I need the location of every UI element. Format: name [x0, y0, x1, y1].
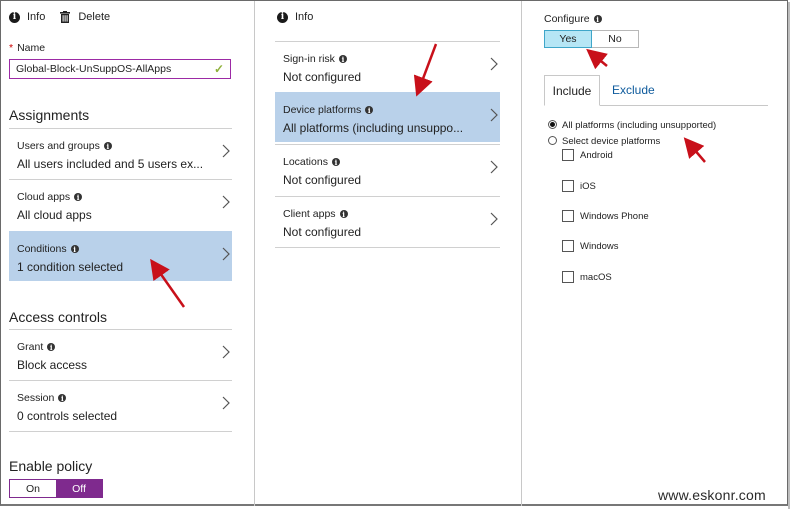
- device-platforms-blade: Configure i Yes No Include Exclude All pl…: [522, 1, 786, 506]
- row-value: Not configured: [283, 173, 362, 187]
- assignments-heading: Assignments: [9, 107, 90, 123]
- trash-icon: [60, 11, 71, 23]
- chevron-right-icon: [222, 247, 230, 261]
- info-icon: i: [47, 343, 56, 352]
- ios-checkbox[interactable]: [562, 180, 574, 192]
- info-icon: i: [74, 193, 83, 202]
- android-checkbox[interactable]: [562, 149, 574, 161]
- chevron-right-icon: [222, 345, 230, 359]
- chevron-right-icon: [490, 57, 498, 71]
- yes-option[interactable]: Yes: [544, 30, 592, 48]
- android-label: Android: [580, 150, 613, 161]
- policy-name-value: Global-Block-UnSuppOS-AllApps: [16, 63, 172, 75]
- info-label: Info: [27, 11, 46, 23]
- session-row[interactable]: Session i 0 controls selected: [9, 380, 232, 432]
- windows-phone-label: Windows Phone: [580, 211, 649, 222]
- info-button[interactable]: i Info: [9, 11, 45, 23]
- configure-label-text: Configure: [544, 13, 590, 25]
- locations-row[interactable]: Locations i Not configured: [275, 144, 500, 194]
- row-value: 0 controls selected: [17, 409, 118, 423]
- all-platforms-label: All platforms (including unsupported): [562, 120, 717, 131]
- info-label: Info: [295, 11, 314, 23]
- delete-label: Delete: [78, 11, 111, 23]
- row-title: Locations: [283, 156, 328, 168]
- name-label-text: Name: [17, 42, 46, 54]
- row-value: 1 condition selected: [17, 260, 124, 274]
- chevron-right-icon: [490, 160, 498, 174]
- row-title: Cloud apps: [17, 191, 71, 203]
- row-title: Sign-in risk: [283, 53, 335, 65]
- chevron-right-icon: [490, 212, 498, 226]
- cloud-apps-row[interactable]: Cloud apps i All cloud apps: [9, 179, 232, 229]
- client-apps-row[interactable]: Client apps i Not configured: [275, 196, 500, 248]
- device-platforms-row[interactable]: Device platforms i All platforms (includi…: [275, 92, 500, 142]
- chevron-right-icon: [222, 144, 230, 158]
- all-platforms-radio[interactable]: [548, 120, 557, 129]
- info-icon: i: [70, 245, 79, 254]
- no-option[interactable]: No: [592, 31, 638, 47]
- configure-toggle: Yes No: [544, 30, 639, 48]
- info-icon: i: [277, 11, 288, 23]
- tab-exclude[interactable]: Exclude: [612, 75, 655, 105]
- info-icon: i: [331, 158, 340, 167]
- conditions-row[interactable]: Conditions i 1 condition selected: [9, 231, 232, 281]
- conditions-blade: i Info Sign-in risk i Not configured Devi…: [255, 1, 522, 506]
- select-platforms-label: Select device platforms: [562, 136, 661, 147]
- info-icon: i: [58, 394, 67, 403]
- chevron-right-icon: [490, 108, 498, 122]
- toggle-on-option[interactable]: On: [10, 480, 56, 497]
- include-exclude-tabs: Include Exclude: [544, 75, 768, 106]
- row-value: Not configured: [283, 225, 362, 239]
- enable-policy-toggle: On Off: [9, 479, 103, 498]
- users-and-groups-row[interactable]: Users and groups i All users included and…: [9, 128, 232, 178]
- policy-toolbar: i Info Delete: [9, 1, 124, 33]
- configure-label: Configure i: [544, 13, 602, 25]
- row-title: Conditions: [17, 243, 67, 255]
- info-icon: i: [365, 106, 374, 115]
- row-value: Not configured: [283, 70, 362, 84]
- row-title: Device platforms: [283, 104, 362, 116]
- tab-include[interactable]: Include: [544, 75, 600, 106]
- info-icon: i: [103, 142, 112, 151]
- chevron-right-icon: [222, 396, 230, 410]
- info-icon: i: [9, 11, 20, 23]
- windows-phone-checkbox[interactable]: [562, 210, 574, 222]
- info-icon: i: [338, 55, 347, 64]
- info-button[interactable]: i Info: [277, 11, 313, 23]
- select-platforms-radio[interactable]: [548, 136, 557, 145]
- row-title: Users and groups: [17, 140, 100, 152]
- row-title: Client apps: [283, 208, 336, 220]
- required-asterisk: *: [9, 42, 14, 54]
- row-value: Block access: [17, 358, 88, 372]
- info-icon: i: [339, 210, 348, 219]
- windows-checkbox[interactable]: [562, 240, 574, 252]
- checkmark-icon: ✓: [213, 62, 224, 76]
- info-icon: i: [593, 15, 602, 24]
- macos-label: macOS: [580, 272, 612, 283]
- policy-name-input[interactable]: Global-Block-UnSuppOS-AllApps ✓: [9, 59, 231, 79]
- row-value: All users included and 5 users ex...: [17, 157, 203, 171]
- delete-button[interactable]: Delete: [59, 11, 110, 23]
- grant-row[interactable]: Grant i Block access: [9, 329, 232, 379]
- toggle-off-option[interactable]: Off: [56, 480, 102, 497]
- row-value: All platforms (including unsuppo...: [283, 121, 464, 135]
- chevron-right-icon: [222, 195, 230, 209]
- watermark: www.eskonr.com: [658, 487, 766, 503]
- enable-policy-heading: Enable policy: [9, 458, 93, 474]
- row-value: All cloud apps: [17, 208, 92, 222]
- macos-checkbox[interactable]: [562, 271, 574, 283]
- windows-label: Windows: [580, 241, 619, 252]
- name-field-label: * Name: [9, 42, 45, 54]
- row-title: Session: [17, 392, 55, 404]
- ios-label: iOS: [580, 181, 596, 192]
- policy-blade: i Info Delete * Name Global-Block-UnSuppO…: [1, 1, 255, 506]
- row-title: Grant: [17, 341, 44, 353]
- sign-in-risk-row[interactable]: Sign-in risk i Not configured: [275, 41, 500, 91]
- conditions-toolbar: i Info: [277, 1, 327, 33]
- access-controls-heading: Access controls: [9, 309, 108, 325]
